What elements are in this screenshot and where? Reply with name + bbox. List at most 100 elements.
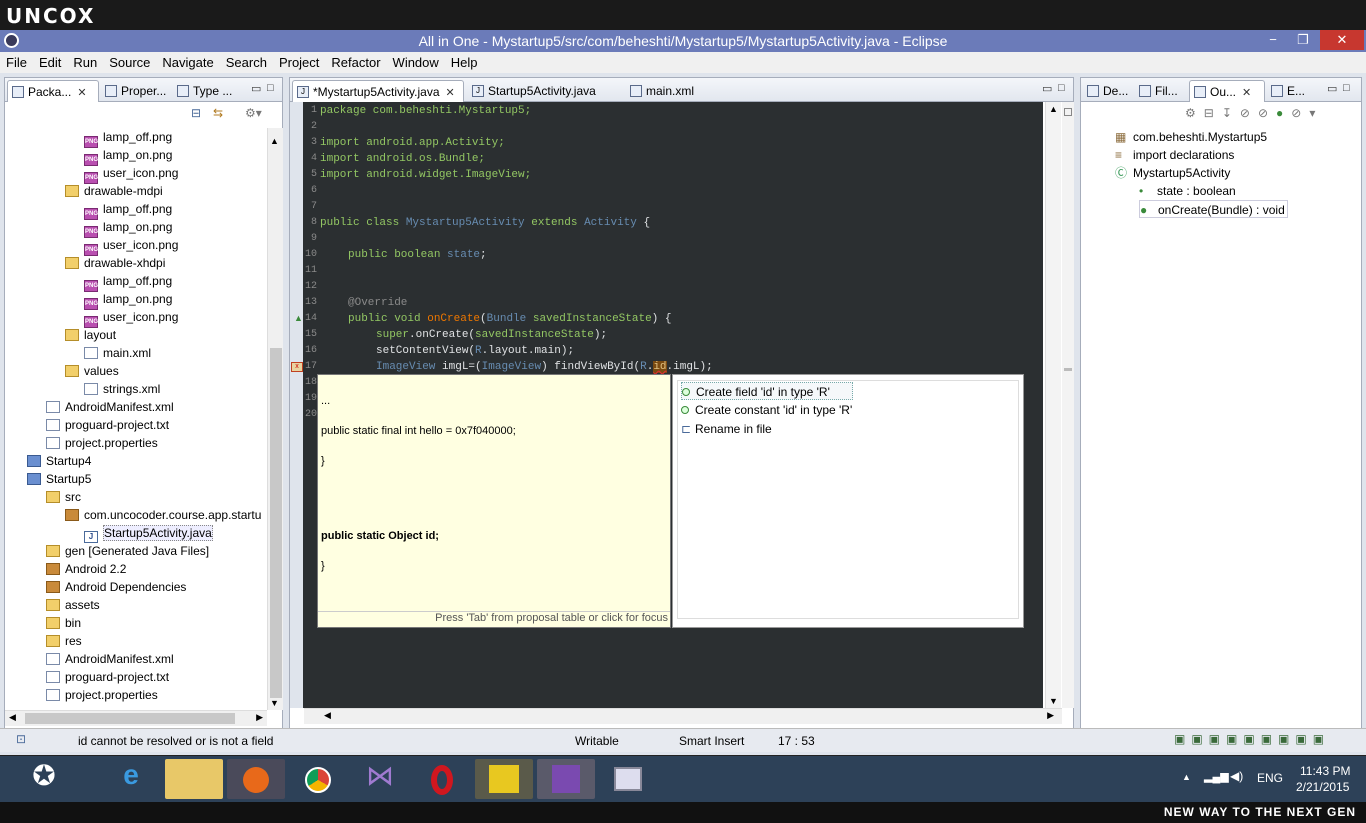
error-token[interactable]: id	[653, 361, 667, 373]
scroll-up-icon[interactable]: ▲	[270, 136, 279, 146]
tab-main-xml[interactable]: main.xml	[626, 80, 726, 102]
close-tab-icon[interactable]: ✕	[446, 87, 455, 99]
tree-item[interactable]: PNG lamp_on.png	[84, 290, 172, 310]
tree-item[interactable]: PNG user_icon.png	[84, 236, 178, 256]
tree-item[interactable]: assets	[46, 596, 100, 614]
tree-item[interactable]: proguard-project.txt	[46, 668, 169, 686]
hide-local-types-icon[interactable]: ⊘	[1291, 106, 1309, 120]
volume-icon[interactable]: ◀)	[1230, 769, 1243, 783]
visual-studio-icon[interactable]: ⋈	[351, 759, 409, 799]
tree-item[interactable]: PNG lamp_off.png	[84, 272, 172, 292]
menu-search[interactable]: Search	[220, 52, 273, 70]
status-tray-icons[interactable]: ▣▣▣▣▣▣▣▣▣	[1174, 732, 1330, 746]
scroll-up-icon[interactable]: ▲	[1049, 104, 1058, 114]
scroll-left-icon[interactable]: ◀	[9, 712, 16, 723]
tab-emulator[interactable]: E...	[1267, 80, 1313, 102]
scroll-down-icon[interactable]: ▼	[270, 698, 279, 708]
tree-item[interactable]: src	[46, 488, 81, 506]
minimize-view-icon[interactable]: ▭	[1042, 82, 1052, 95]
scroll-right-icon[interactable]: ▶	[256, 712, 263, 723]
clock-time[interactable]: 11:43 PM	[1300, 764, 1350, 778]
tree-item[interactable]: layout	[65, 326, 116, 344]
tree-vertical-scrollbar[interactable]: ▲ ▼	[267, 128, 283, 710]
tab-startup5activity[interactable]: J Startup5Activity.java	[468, 80, 623, 102]
horizontal-scroll-thumb[interactable]	[25, 713, 235, 724]
link-editor-icon[interactable]: ⇆	[213, 106, 223, 120]
outline-item[interactable]: ▦ com.beheshti.Mystartup5	[1115, 128, 1267, 146]
vertical-scroll-thumb[interactable]	[270, 348, 282, 698]
tree-item[interactable]: PNG lamp_off.png	[84, 128, 172, 148]
menu-source[interactable]: Source	[103, 52, 156, 70]
menu-file[interactable]: File	[0, 52, 33, 70]
tree-item[interactable]: Startup4	[27, 452, 91, 470]
tree-item[interactable]: project.properties	[46, 434, 158, 452]
menu-edit[interactable]: Edit	[33, 52, 67, 70]
outline-item[interactable]: Ⓒ Mystartup5Activity	[1115, 164, 1230, 182]
tree-item[interactable]: PNG user_icon.png	[84, 308, 178, 328]
quickfix-rename[interactable]: ⊏ Rename in file	[681, 420, 772, 438]
status-notify-icon[interactable]: ⊡	[16, 732, 26, 746]
java-ee-ide-icon[interactable]	[537, 759, 595, 799]
tab-package-explorer[interactable]: Packa... ✕	[7, 80, 99, 102]
tab-mystartup5activity[interactable]: J *Mystartup5Activity.java ✕	[292, 80, 464, 102]
close-tab-icon[interactable]: ✕	[77, 87, 86, 99]
collapse-all-icon[interactable]: ⊟	[1204, 106, 1222, 120]
view-menu-icon[interactable]: ▾	[1309, 106, 1323, 120]
tree-item[interactable]: project.properties	[46, 686, 158, 704]
scroll-right-icon[interactable]: ▶	[1047, 710, 1054, 721]
minimize-view-icon[interactable]: ▭	[251, 82, 261, 95]
internet-explorer-icon[interactable]: e	[102, 759, 160, 799]
maximize-view-icon[interactable]: □	[1343, 82, 1350, 94]
tray-expand-icon[interactable]: ▲	[1182, 772, 1191, 782]
quickfix-popup[interactable]: Create field 'id' in type 'R' Create con…	[672, 374, 1024, 628]
maximize-button[interactable]: ❐	[1288, 30, 1318, 50]
tree-item[interactable]: Android Dependencies	[46, 578, 186, 596]
window-app-icon[interactable]	[599, 759, 657, 799]
language-indicator[interactable]: ENG	[1257, 771, 1283, 785]
maximize-view-icon[interactable]: □	[1058, 82, 1065, 94]
close-button[interactable]: ✕	[1320, 30, 1364, 50]
sort-icon[interactable]: ↧	[1222, 106, 1240, 120]
file-explorer-icon[interactable]	[165, 759, 223, 799]
menu-run[interactable]: Run	[67, 52, 103, 70]
scroll-down-icon[interactable]: ▼	[1049, 696, 1058, 706]
overview-marker[interactable]	[1064, 368, 1072, 371]
tree-item[interactable]: AndroidManifest.xml	[46, 650, 174, 668]
tree-item[interactable]: PNG lamp_on.png	[84, 146, 172, 166]
minimize-view-icon[interactable]: ▭	[1327, 82, 1337, 95]
tree-item[interactable]: res	[46, 632, 82, 650]
minimize-button[interactable]: −	[1258, 30, 1288, 50]
tree-item[interactable]: Android 2.2	[46, 560, 126, 578]
start-logo-icon[interactable]: ✪	[15, 759, 73, 799]
menu-refactor[interactable]: Refactor	[325, 52, 386, 70]
clock-date[interactable]: 2/21/2015	[1296, 780, 1349, 794]
tree-item[interactable]: gen [Generated Java Files]	[46, 542, 209, 560]
tree-item[interactable]: values	[65, 362, 119, 380]
tab-outline[interactable]: Ou... ✕	[1189, 80, 1265, 102]
tree-item[interactable]: strings.xml	[84, 380, 160, 398]
tree-item[interactable]: bin	[46, 614, 81, 632]
quickfix-create-constant[interactable]: Create constant 'id' in type 'R'	[681, 401, 852, 419]
collapse-all-icon[interactable]: ⊟	[191, 106, 201, 120]
tree-item[interactable]: PNG lamp_on.png	[84, 218, 172, 238]
error-quickfix-icon[interactable]: x	[291, 362, 303, 372]
tree-item[interactable]: Startup5	[27, 470, 91, 488]
override-marker-icon[interactable]: ▲	[294, 313, 303, 323]
sync-icon[interactable]: ⚙	[1185, 106, 1204, 120]
hide-fields-icon[interactable]: ⊘	[1240, 106, 1258, 120]
scroll-left-icon[interactable]: ◀	[324, 710, 331, 721]
tree-item[interactable]: J Startup5Activity.java	[84, 524, 213, 543]
outline-item[interactable]: ≡ import declarations	[1115, 146, 1234, 164]
menu-project[interactable]: Project	[273, 52, 325, 70]
menu-navigate[interactable]: Navigate	[156, 52, 219, 70]
editor-vertical-scrollbar[interactable]: ▲ ▼	[1045, 102, 1061, 708]
tab-type-hierarchy[interactable]: Type ...	[173, 80, 245, 102]
tree-item[interactable]: drawable-mdpi	[65, 182, 163, 200]
hide-nonpublic-icon[interactable]: ●	[1276, 106, 1291, 120]
tree-item[interactable]: com.uncocoder.course.app.startu	[65, 506, 261, 524]
firefox-icon[interactable]	[227, 759, 285, 799]
quickfix-create-field[interactable]: Create field 'id' in type 'R'	[681, 382, 853, 400]
outline-item[interactable]: • state : boolean	[1139, 182, 1236, 200]
tree-item[interactable]: PNG lamp_off.png	[84, 200, 172, 220]
annotation-ruler[interactable]	[290, 102, 304, 708]
